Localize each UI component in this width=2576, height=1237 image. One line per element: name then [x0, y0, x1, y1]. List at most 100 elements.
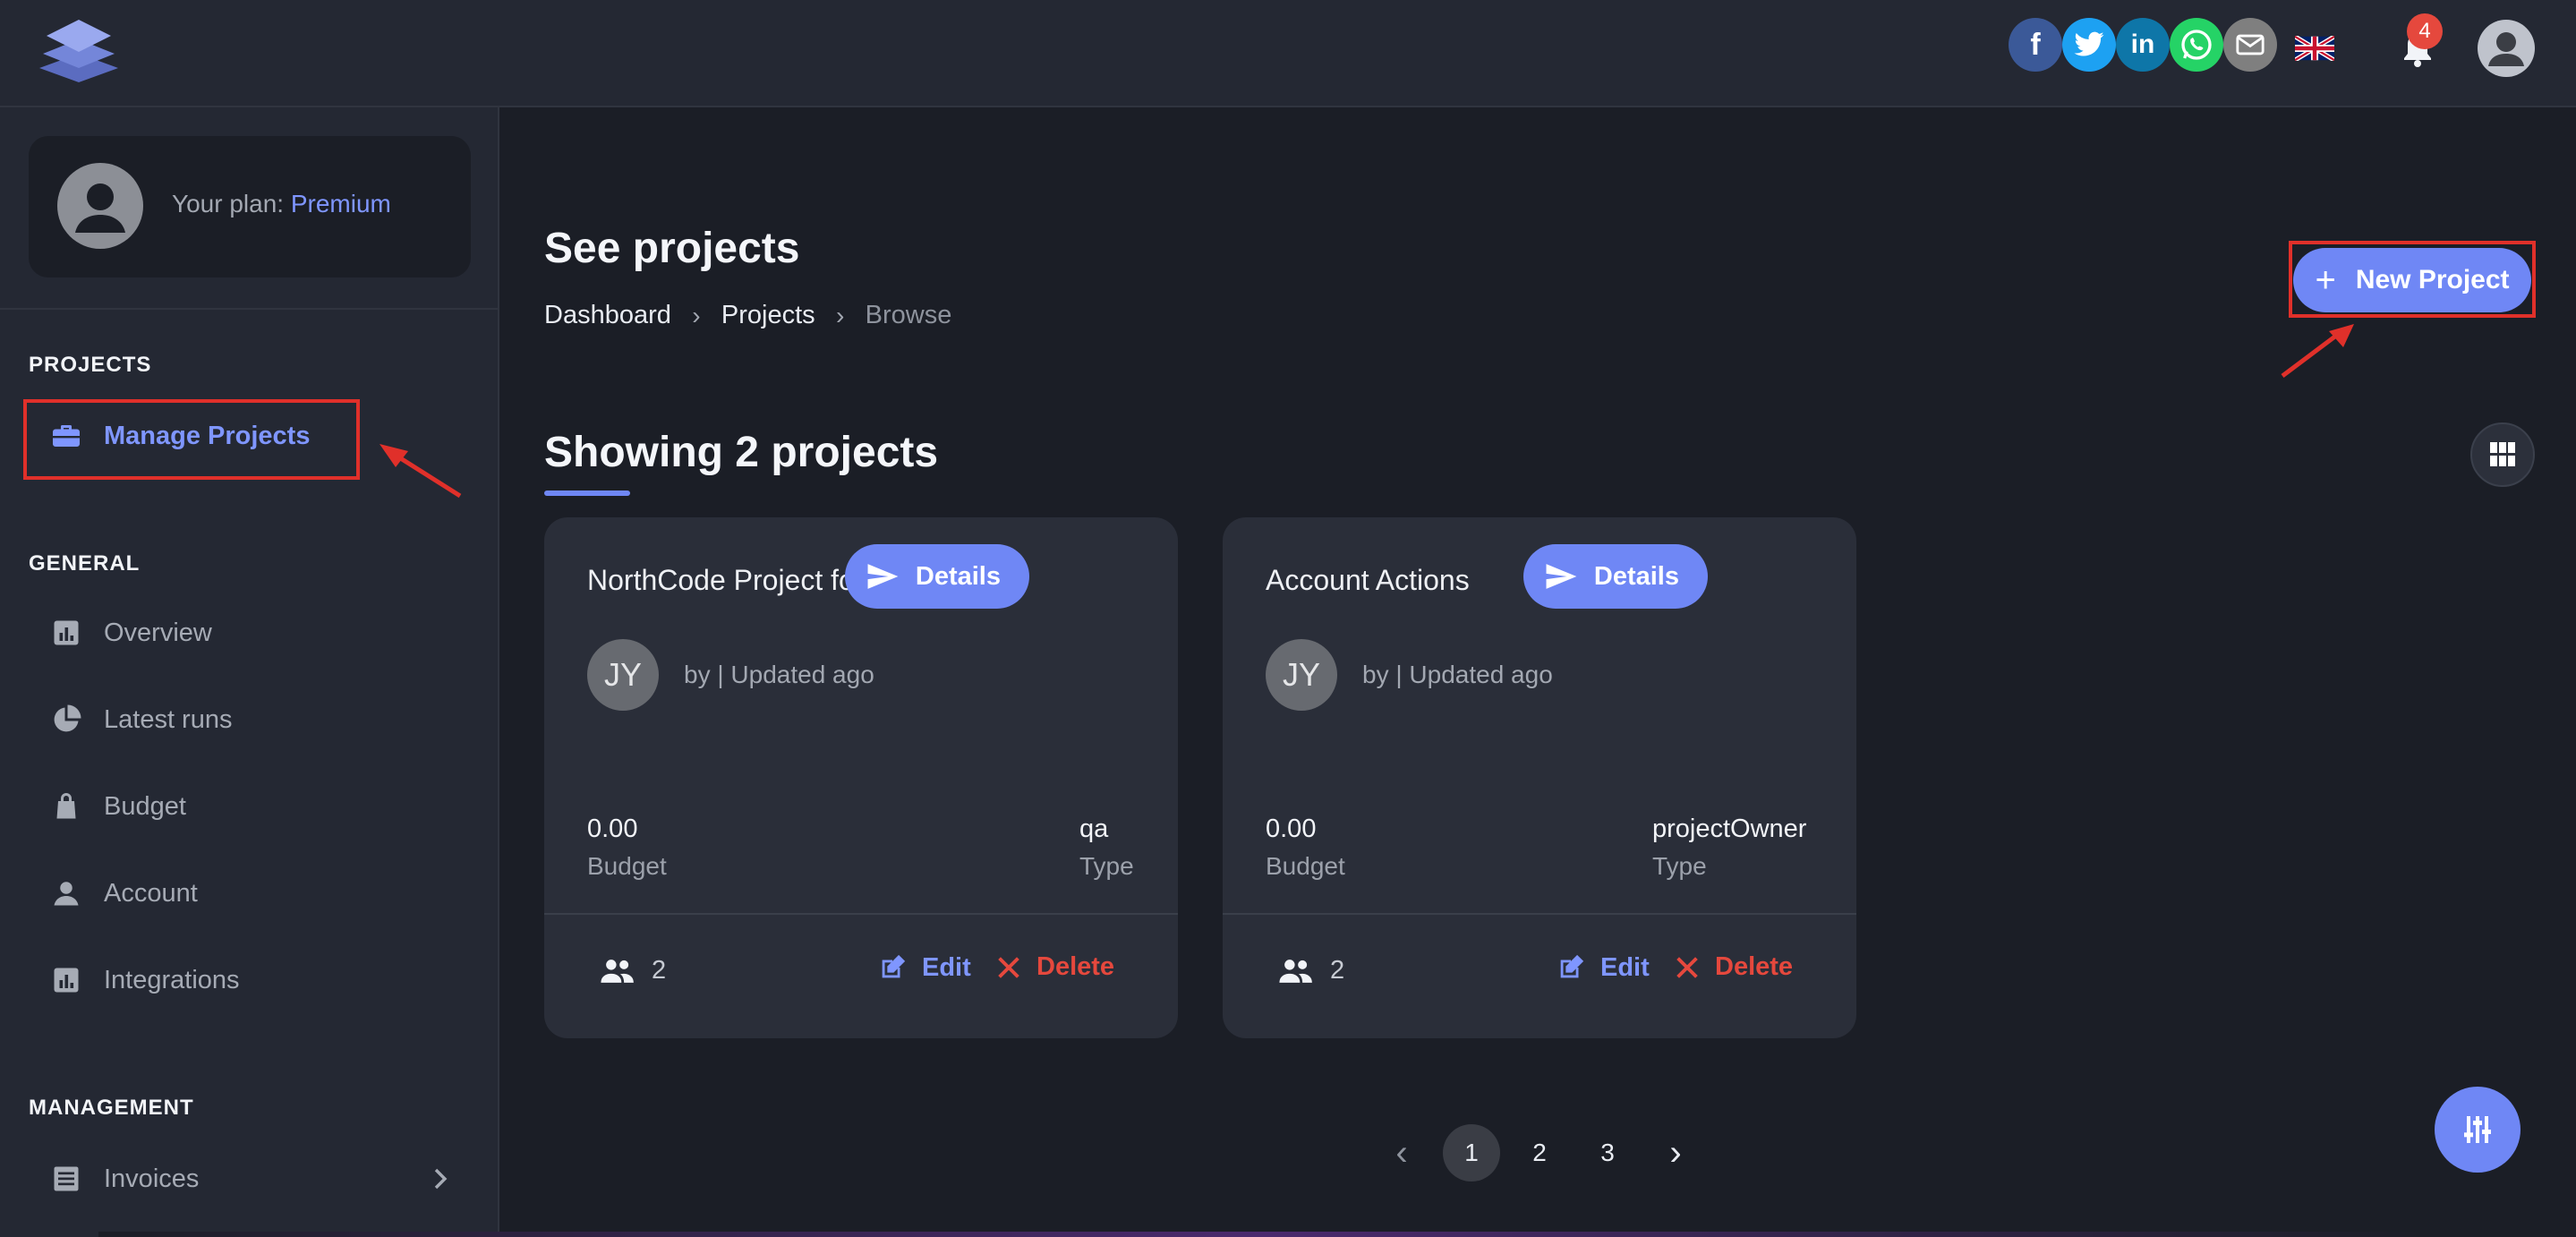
sidebar-item-overview[interactable]: Overview — [29, 601, 458, 664]
sidebar-item-label: Budget — [104, 791, 186, 821]
notification-count-badge: 4 — [2407, 13, 2443, 49]
email-icon[interactable] — [2223, 18, 2277, 72]
type-value: qa — [1079, 815, 1109, 843]
pagination-page-1[interactable]: 1 — [1443, 1124, 1500, 1182]
budget-label: Budget — [587, 852, 667, 880]
type-value: projectOwner — [1652, 815, 1807, 843]
edit-button[interactable]: Edit — [1556, 952, 1650, 983]
delete-label: Delete — [1715, 952, 1794, 981]
close-icon — [998, 956, 1019, 978]
projects-count-heading: Showing 2 projects — [544, 429, 939, 476]
breadcrumb: Dashboard › Projects › Browse — [544, 301, 951, 330]
budget-label: Budget — [1266, 852, 1345, 880]
pagination-page-2[interactable]: 2 — [1511, 1124, 1568, 1182]
section-title-general: GENERAL — [29, 551, 141, 576]
pagination-next-button[interactable]: › — [1647, 1124, 1704, 1182]
project-meta: by | Updated ago — [1362, 661, 1553, 688]
bar-chart-icon — [54, 968, 79, 993]
edit-button[interactable]: Edit — [877, 952, 971, 983]
chevron-right-icon — [434, 1168, 448, 1190]
breadcrumb-projects[interactable]: Projects — [721, 301, 815, 330]
group-icon — [601, 959, 634, 983]
avatar: JY — [1266, 639, 1337, 711]
sidebar-item-account[interactable]: Account — [29, 862, 458, 925]
project-name[interactable]: Account Actions — [1266, 564, 1470, 597]
settings-fab-button[interactable] — [2435, 1087, 2521, 1173]
document-icon — [54, 1166, 79, 1191]
breadcrumb-dashboard[interactable]: Dashboard — [544, 301, 671, 330]
pagination-page-3[interactable]: 3 — [1579, 1124, 1636, 1182]
edit-icon — [1560, 954, 1584, 978]
members-value: 2 — [1330, 956, 1345, 985]
avatar — [57, 163, 143, 249]
sidebar-item-invoices[interactable]: Invoices — [29, 1147, 458, 1210]
sidebar-item-integrations[interactable]: Integrations — [29, 949, 458, 1011]
sidebar-item-budget[interactable]: Budget — [29, 775, 458, 838]
plan-label: Your plan: — [172, 190, 285, 218]
sidebar-item-label: Overview — [104, 618, 212, 647]
pie-chart-icon — [54, 704, 81, 732]
person-icon — [54, 882, 79, 906]
sidebar: Your plan: Premium PROJECTS Manage Proje… — [0, 107, 499, 1237]
delete-button[interactable]: Delete — [1676, 952, 1793, 982]
linkedin-icon[interactable]: in — [2116, 18, 2170, 72]
details-label: Details — [915, 561, 1001, 591]
annotation-arrow-icon — [380, 444, 462, 499]
details-label: Details — [1593, 561, 1679, 591]
members-value: 2 — [652, 956, 667, 985]
budget-value: 0.00 — [1266, 815, 1317, 843]
top-bar: f in 4 — [0, 0, 2576, 107]
project-card: NorthCode Project for Test Cases Details… — [544, 517, 1178, 1038]
avatar: JY — [587, 639, 659, 711]
chevron-right-icon: › — [692, 301, 701, 329]
bar-chart-icon — [54, 620, 79, 645]
sidebar-item-label: Invoices — [104, 1164, 200, 1193]
type-label: Type — [1079, 852, 1134, 880]
annotation-highlight-box — [23, 399, 360, 480]
plan-value[interactable]: Premium — [291, 190, 391, 218]
divider — [0, 308, 498, 310]
heading-underline — [544, 491, 630, 496]
project-card: Account Actions Details JY by | Updated … — [1223, 517, 1856, 1038]
send-icon — [867, 564, 899, 589]
details-button[interactable]: Details — [1523, 544, 1708, 609]
edit-label: Edit — [922, 952, 971, 982]
members-count: 2 — [600, 956, 666, 985]
annotation-highlight-box — [2289, 241, 2536, 318]
chevron-right-icon: › — [835, 301, 845, 329]
section-title-projects: PROJECTS — [29, 353, 152, 377]
grid-icon — [2490, 442, 2515, 466]
facebook-icon[interactable]: f — [2009, 18, 2062, 72]
delete-button[interactable]: Delete — [997, 952, 1114, 982]
pagination-prev-button[interactable]: ‹ — [1373, 1124, 1430, 1182]
breadcrumb-browse: Browse — [865, 301, 952, 329]
app-logo-icon[interactable] — [39, 18, 118, 82]
plan-card: Your plan: Premium — [29, 136, 471, 277]
edit-icon — [882, 954, 906, 978]
uk-flag-icon[interactable] — [2295, 36, 2334, 61]
sliders-icon — [2464, 1116, 2491, 1143]
project-meta: by | Updated ago — [684, 661, 874, 688]
divider — [544, 913, 1178, 915]
page-title: See projects — [544, 225, 800, 272]
whatsapp-icon[interactable] — [2170, 18, 2223, 72]
type-label: Type — [1652, 852, 1707, 880]
sidebar-item-label: Latest runs — [104, 704, 233, 734]
twitter-icon[interactable] — [2062, 18, 2116, 72]
user-avatar[interactable] — [2478, 20, 2535, 77]
plan-info: Your plan: Premium — [172, 190, 391, 218]
sidebar-item-label: Integrations — [104, 965, 240, 994]
details-button[interactable]: Details — [845, 544, 1029, 609]
shopping-bag-icon — [56, 793, 76, 819]
edit-label: Edit — [1600, 952, 1650, 982]
members-count: 2 — [1278, 956, 1344, 985]
annotation-arrow-icon — [2281, 324, 2354, 378]
group-icon — [1279, 959, 1312, 983]
close-icon — [1676, 956, 1698, 978]
delete-label: Delete — [1036, 952, 1115, 981]
sidebar-item-label: Account — [104, 878, 198, 908]
grid-view-toggle[interactable] — [2470, 422, 2535, 487]
budget-value: 0.00 — [587, 815, 638, 843]
window-edge — [98, 1232, 2426, 1237]
sidebar-item-latest-runs[interactable]: Latest runs — [29, 688, 458, 751]
